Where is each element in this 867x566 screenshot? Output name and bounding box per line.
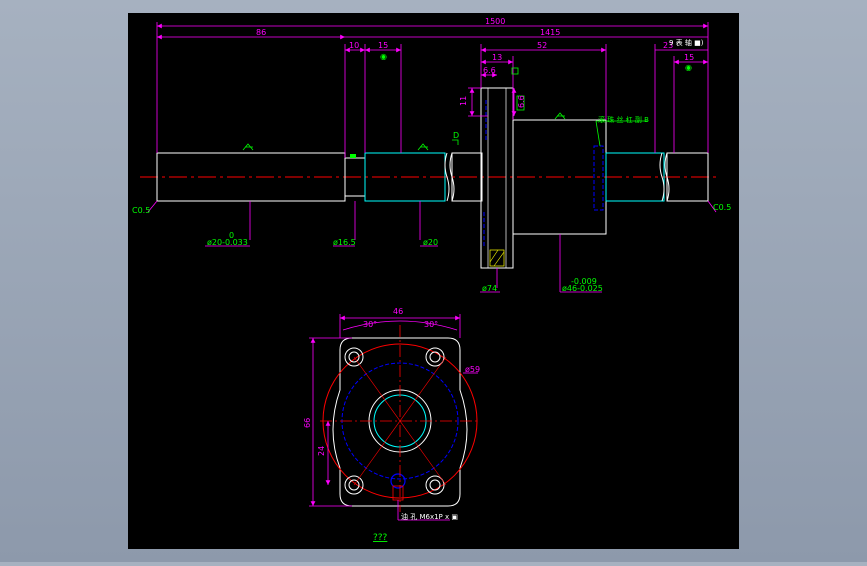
caption: ???	[373, 533, 388, 543]
drawing-svg: 1500 1415 86 10 15 52 13 6.6 15 23 11 6.…	[128, 13, 739, 549]
note-top-right: 9 表 轴 ■)	[669, 38, 704, 47]
dim-flange-step: 6.6	[483, 66, 496, 75]
cad-viewport: 1500 1415 86 10 15 52 13 6.6 15 23 11 6.…	[0, 0, 867, 562]
nut-diameter: ø46-0.025	[562, 284, 603, 293]
dim-angle-right: 30°	[424, 320, 438, 329]
thread-callout: 油 孔 M6x1P x ▣	[401, 512, 458, 521]
thread-diameter: ø20	[423, 238, 438, 247]
dim-flange-width: 46	[393, 307, 403, 316]
dim-overall: 1500	[485, 17, 505, 26]
dim-angle-left: 30°	[363, 320, 377, 329]
flange-diameter: ø74	[482, 284, 497, 293]
dim-seat: 15	[378, 41, 388, 50]
note-nut: 滚 珠 丝 杠 副 B	[598, 115, 649, 124]
dim-thread: 1415	[540, 28, 560, 37]
dim-center-height: 24	[317, 446, 326, 456]
dim-flange-offset: 6.6	[517, 95, 526, 108]
datum-b: ◉	[380, 52, 387, 61]
datum-c: ◉	[685, 63, 692, 72]
dim-bolt-circle: ø59	[465, 365, 480, 374]
dim-right-seat: 15	[684, 53, 694, 62]
dim-nut-flange: 13	[492, 53, 502, 62]
shaft-diameter: ø20-0.033	[207, 238, 248, 247]
dim-flange-thickness: 11	[459, 96, 468, 106]
chamfer-left: C0.5	[132, 206, 150, 215]
datum-d: D	[453, 131, 459, 140]
dim-left-journal: 86	[256, 28, 266, 37]
dim-flange-height: 66	[303, 418, 312, 428]
chamfer-right: C0.5	[713, 203, 731, 212]
dim-nut-body: 52	[537, 41, 547, 50]
dim-groove: 10	[349, 41, 359, 50]
groove-diameter: ø16.5	[333, 238, 356, 247]
